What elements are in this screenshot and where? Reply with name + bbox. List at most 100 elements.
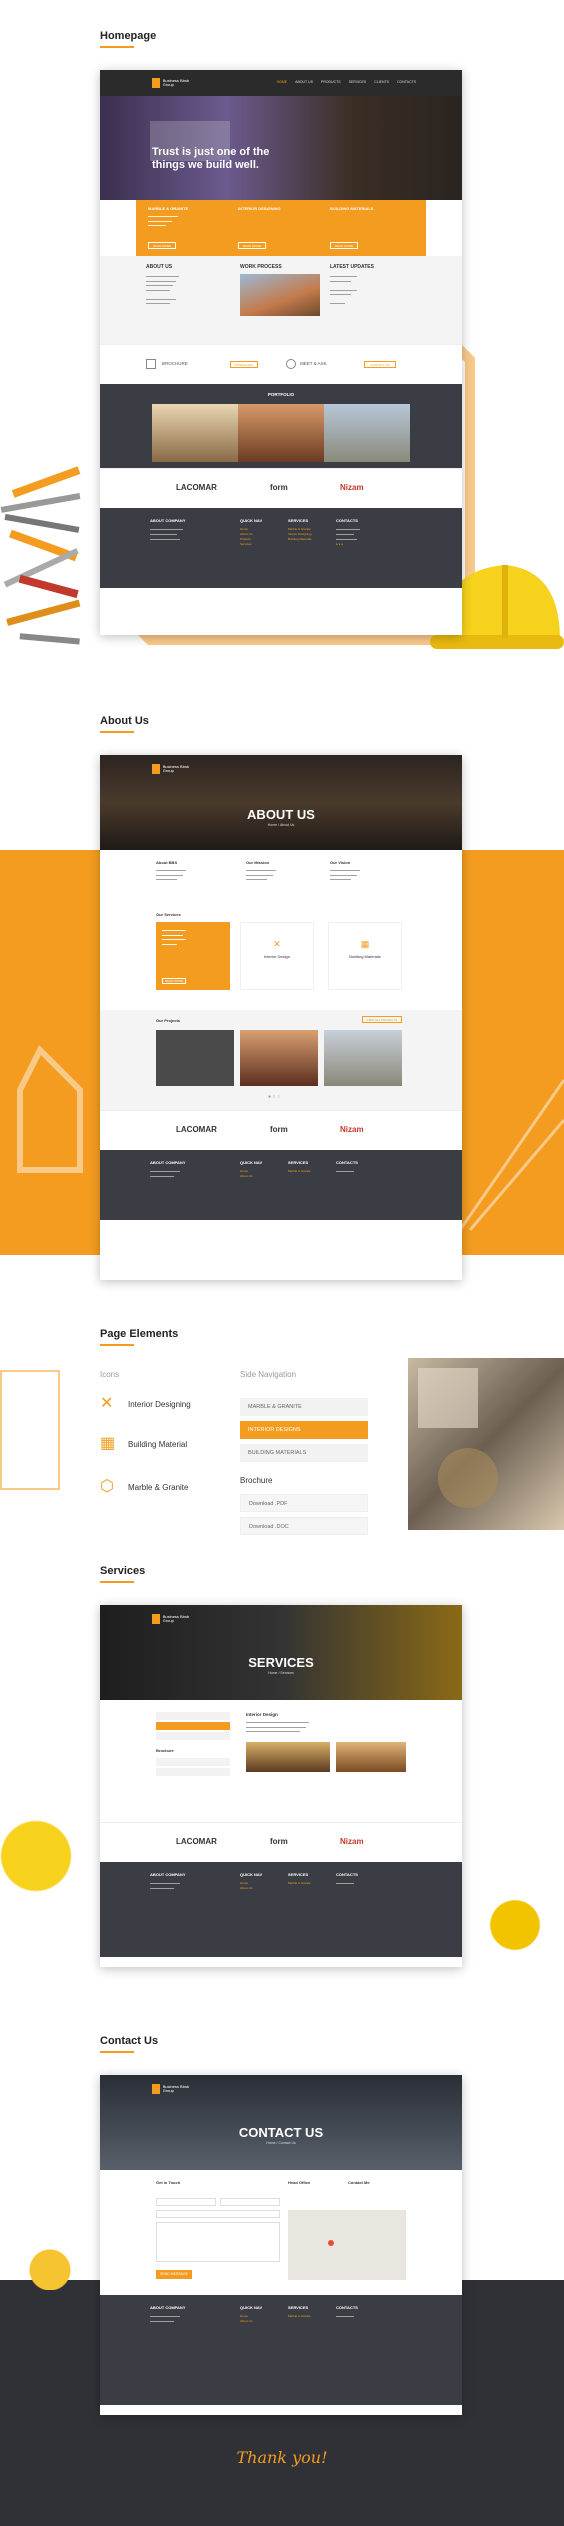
- icon-row-marble: ⬡ Marble & Granite: [100, 1478, 189, 1495]
- contact-button[interactable]: CONTACT US: [364, 361, 396, 368]
- projects-section: Our Projects VIEW ALL PROJECTS ● ○ ○: [100, 1010, 462, 1110]
- breadcrumb: Home / Contact Us: [266, 2141, 296, 2145]
- helmet-sketch-decoration: [0, 1370, 60, 1490]
- nav-services[interactable]: Services: [349, 80, 367, 84]
- name-field[interactable]: [156, 2198, 216, 2206]
- meet-icon: [286, 359, 296, 369]
- service-card-active[interactable]: ▬▬▬▬▬▬▬▬ ▬▬▬▬▬▬▬ ▬▬▬▬▬▬▬▬ ▬▬▬▬▬ READ MORE: [156, 922, 230, 990]
- logo[interactable]: Business Bbsb Group: [152, 763, 200, 775]
- nav-home[interactable]: Home: [277, 80, 288, 84]
- section-title-contact: Contact Us: [100, 2035, 159, 2053]
- tools-illustration: [0, 466, 81, 645]
- service-card-interior[interactable]: ✕ Interior Design: [240, 922, 314, 990]
- map[interactable]: [288, 2210, 406, 2280]
- info-row: ABOUT US WORK PROCESS LATEST UPDATES ▬▬▬…: [100, 256, 462, 344]
- side-nav-interior[interactable]: INTERIOR DESIGNS: [240, 1421, 368, 1439]
- interior-icon: ✕: [273, 939, 281, 949]
- feature-btn-3[interactable]: READ MORE: [330, 242, 358, 249]
- drill-decoration: [470, 1880, 560, 1970]
- section-title-page-elements: Page Elements: [100, 1328, 179, 1346]
- partner-form: form: [270, 483, 288, 492]
- brochure-icon: [146, 359, 156, 369]
- tools-bucket-decoration: [10, 2240, 90, 2290]
- site-header: Business Bbsb Group Home About Us Produc…: [100, 70, 462, 96]
- icon-row-building: ▦ Building Material: [100, 1435, 188, 1452]
- side-nav-building[interactable]: BUILDING MATERIALS: [240, 1444, 368, 1462]
- about-mockup: Business Bbsb Group ABOUT US Home / Abou…: [100, 755, 462, 1280]
- map-pin-icon: [328, 2240, 334, 2246]
- feature-btn-2[interactable]: READ MORE: [238, 242, 266, 249]
- logo[interactable]: Business Bbsb Group: [152, 2083, 200, 2095]
- building-icon: ▦: [360, 939, 370, 949]
- logo[interactable]: Business Bbsb Group: [152, 77, 200, 89]
- hero-banner: Trust is just one of the things we build…: [100, 96, 462, 200]
- work-heading: WORK PROCESS: [240, 264, 282, 270]
- section-title-about: About Us: [100, 715, 149, 733]
- side-nav-marble[interactable]: MARBLE & GRANITE: [240, 1398, 368, 1416]
- portfolio-image-3[interactable]: [324, 404, 410, 462]
- nav-contacts[interactable]: Contacts: [397, 80, 416, 84]
- portfolio-image-1[interactable]: [152, 404, 238, 462]
- site-footer: ABOUT COMPANY ▬▬▬▬▬▬▬▬▬▬▬ ▬▬▬▬▬▬▬▬▬ ▬▬▬▬▬▬▬…: [100, 508, 462, 588]
- icons-label: Icons: [100, 1370, 120, 1379]
- partner-lacomar: LACOMAR: [176, 483, 217, 492]
- updates-heading: LATEST UPDATES: [330, 264, 374, 270]
- partner-nizam: Nizam: [340, 483, 364, 492]
- site-footer: ABOUT COMPANY ▬▬▬▬▬▬▬▬▬▬ ▬▬▬▬▬▬▬▬ QUICK NA…: [100, 2295, 462, 2405]
- project-image-3[interactable]: [324, 1030, 402, 1086]
- breadcrumb: Home / About Us: [267, 823, 295, 827]
- hero-title: Trust is just one of the things we build…: [152, 146, 270, 171]
- service-heading: Interior Design: [246, 1712, 278, 1717]
- contact-hero: Business Bbsb Group CONTACT US Home / Co…: [100, 2075, 462, 2170]
- nav-clients[interactable]: Clients: [374, 80, 389, 84]
- portfolio-title: PORTFOLIO: [267, 392, 295, 397]
- cta-row: BROCHURE DOWNLOAD MEET & ASK CONTACT US: [100, 344, 462, 384]
- send-button[interactable]: SEND MESSAGE: [156, 2270, 192, 2279]
- project-image-2[interactable]: [240, 1030, 318, 1086]
- contact-mockup: Business Bbsb Group CONTACT US Home / Co…: [100, 2075, 462, 2415]
- hardhat-decoration: [0, 1790, 90, 1900]
- work-image: [240, 274, 320, 316]
- services-mockup: Business Bbsb Group SERVICES Home / Serv…: [100, 1605, 462, 1967]
- side-nav-label: Side Navigation: [240, 1370, 297, 1379]
- download-pdf[interactable]: Download .PDF: [240, 1494, 368, 1512]
- feature-title-1: MARBLE & GRANITE: [148, 206, 189, 211]
- download-doc[interactable]: Download .DOC: [240, 1517, 368, 1535]
- about-columns: About BBS Our Mission Our Vision ▬▬▬▬▬▬▬…: [156, 860, 360, 881]
- service-card-building[interactable]: ▦ Building Materials: [328, 922, 402, 990]
- homepage-mockup: Business Bbsb Group Home About Us Produc…: [100, 70, 462, 635]
- portfolio-image-2[interactable]: [238, 404, 324, 462]
- services-hero-title: SERVICES: [248, 1655, 314, 1670]
- nav-products[interactable]: Products: [321, 80, 341, 84]
- download-button[interactable]: DOWNLOAD: [230, 361, 258, 368]
- bricks-icon: ▦: [100, 1435, 116, 1452]
- site-footer: ABOUT COMPANY ▬▬▬▬▬▬▬▬▬▬ ▬▬▬▬▬▬▬▬ QUICK NA…: [100, 1862, 462, 1957]
- blueprint-right-decoration: [460, 1079, 564, 1231]
- brochure-label: Brochure: [240, 1476, 273, 1485]
- feature-btn-1[interactable]: READ MORE: [148, 242, 176, 249]
- services-hero: Business Bbsb Group SERVICES Home / Serv…: [100, 1605, 462, 1700]
- tools-icon: ✕: [100, 1395, 114, 1412]
- email-field[interactable]: [220, 2198, 280, 2206]
- contact-body: Get in Touch SEND MESSAGE Head Office Co…: [100, 2170, 462, 2295]
- portfolio-section: PORTFOLIO: [100, 384, 462, 468]
- about-hero: Business Bbsb Group ABOUT US Home / Abou…: [100, 755, 462, 850]
- logo[interactable]: Business Bbsb Group: [152, 1613, 200, 1625]
- icon-row-interior: ✕ Interior Designing: [100, 1395, 191, 1412]
- feature-strip: MARBLE & GRANITE INTERIOR DESIGNING BUIL…: [136, 200, 426, 256]
- about-heading: ABOUT US: [146, 264, 173, 270]
- services-read-more[interactable]: READ MORE: [162, 978, 186, 984]
- message-field[interactable]: [156, 2222, 280, 2262]
- partners-row: LACOMAR form Nizam: [100, 1822, 462, 1862]
- subject-field[interactable]: [156, 2210, 280, 2218]
- main-nav: Home About Us Products Services Clients …: [277, 80, 416, 84]
- section-title-homepage: Homepage: [100, 30, 157, 48]
- pagination-dots[interactable]: ● ○ ○: [268, 1094, 280, 1100]
- feature-title-2: INTERIOR DESIGNING: [238, 206, 281, 211]
- view-projects-button[interactable]: VIEW ALL PROJECTS: [362, 1016, 402, 1023]
- project-image-1[interactable]: [156, 1030, 234, 1086]
- services-body: Brochure Interior Design ▬▬▬▬▬▬▬▬▬▬▬▬▬▬▬…: [100, 1700, 462, 1822]
- partners-row: LACOMAR form Nizam: [100, 1110, 462, 1150]
- services-section: Our Services ▬▬▬▬▬▬▬▬ ▬▬▬▬▬▬▬ ▬▬▬▬▬▬▬▬ ▬▬▬▬…: [100, 910, 462, 1010]
- nav-about[interactable]: About Us: [295, 80, 313, 84]
